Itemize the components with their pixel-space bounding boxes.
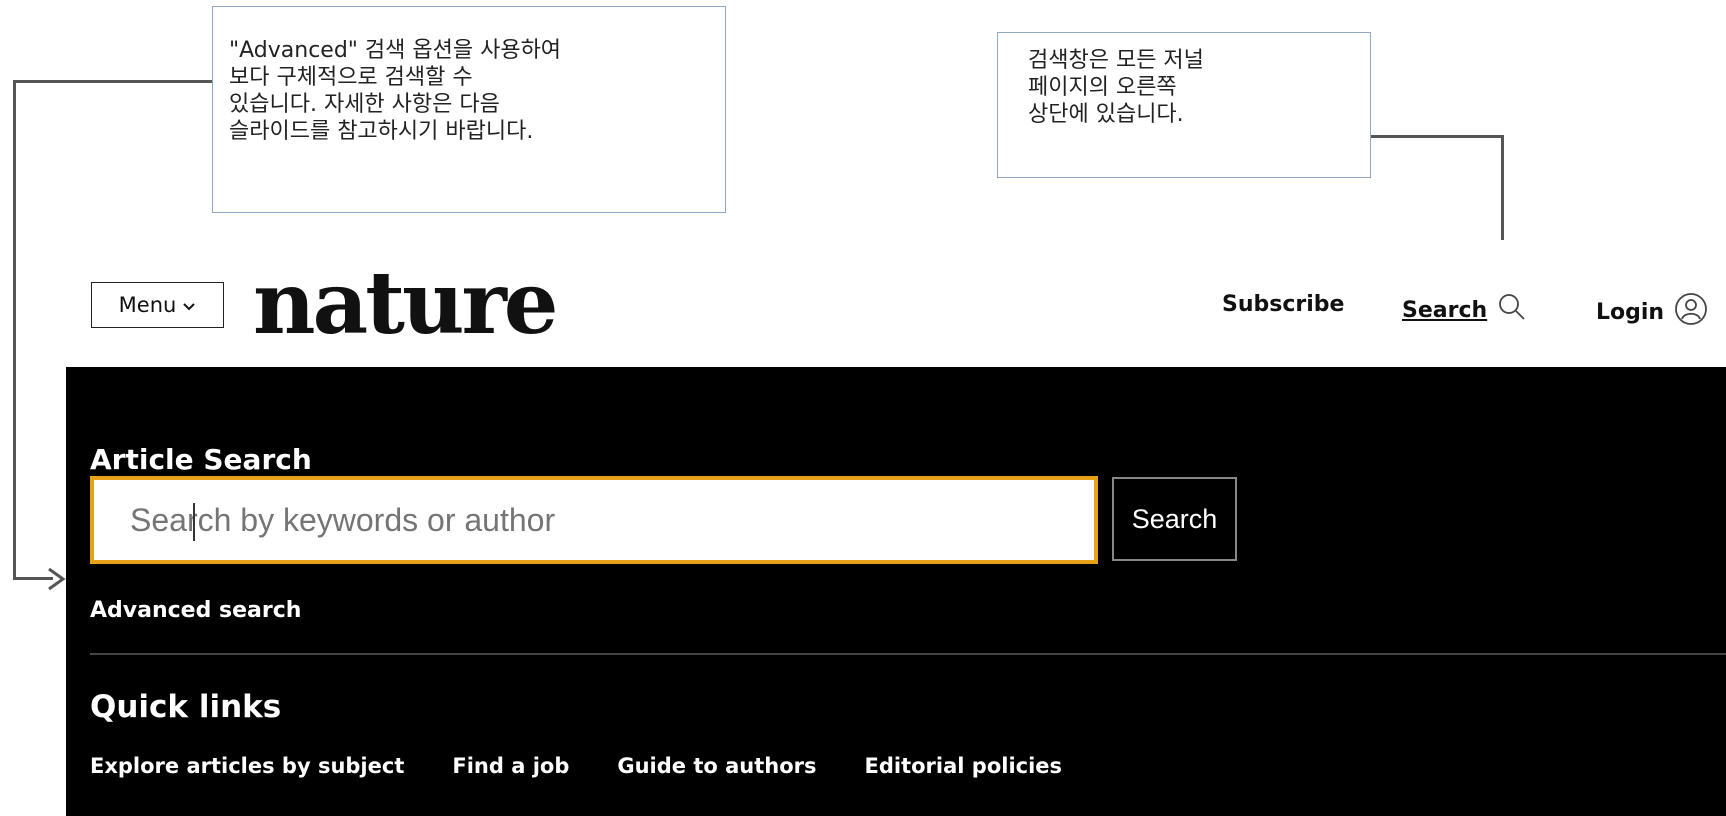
- menu-button[interactable]: Menu: [91, 282, 224, 328]
- search-location-callout-text: 검색창은 모든 저널 페이지의 오른쪽 상단에 있습니다.: [1028, 48, 1204, 127]
- article-search-heading: Article Search: [90, 443, 312, 476]
- quick-link-editorial-policies[interactable]: Editorial policies: [865, 754, 1063, 778]
- user-icon: [1674, 292, 1708, 332]
- search-input[interactable]: [90, 476, 1098, 564]
- quick-links-list: Explore articles by subject Find a job G…: [90, 754, 1062, 778]
- divider: [90, 653, 1726, 655]
- advanced-search-callout: "Advanced" 검색 옵션을 사용하여 보다 구체적으로 검색할 수 있습…: [212, 6, 726, 213]
- search-panel: Article Search Search Advanced search Qu…: [66, 367, 1726, 816]
- login-link[interactable]: Login: [1596, 292, 1708, 332]
- search-submit-button[interactable]: Search: [1112, 477, 1237, 561]
- nature-logo[interactable]: nature: [253, 254, 559, 354]
- subscribe-link[interactable]: Subscribe: [1222, 292, 1344, 317]
- quick-links-heading: Quick links: [90, 689, 282, 725]
- advanced-search-link[interactable]: Advanced search: [90, 598, 301, 623]
- connector-line: [13, 80, 212, 83]
- header-search-link[interactable]: Search: [1402, 292, 1527, 328]
- chevron-down-icon: [182, 293, 196, 317]
- text-caret: [193, 503, 195, 541]
- search-location-callout: 검색창은 모든 저널 페이지의 오른쪽 상단에 있습니다.: [997, 32, 1371, 178]
- connector-line: [13, 80, 16, 580]
- login-label: Login: [1596, 299, 1665, 325]
- site-header: Menu nature Subscribe Search Login: [66, 240, 1726, 367]
- header-search-label: Search: [1402, 297, 1488, 323]
- quick-link-find-job[interactable]: Find a job: [452, 754, 569, 778]
- advanced-search-callout-text: "Advanced" 검색 옵션을 사용하여 보다 구체적으로 검색할 수 있습…: [229, 38, 562, 144]
- subscribe-label: Subscribe: [1222, 292, 1345, 317]
- arrow-right-icon: [46, 567, 66, 591]
- menu-button-label: Menu: [118, 293, 177, 317]
- quick-link-guide-authors[interactable]: Guide to authors: [617, 754, 816, 778]
- connector-line: [1371, 135, 1503, 138]
- quick-link-explore-subjects[interactable]: Explore articles by subject: [90, 754, 404, 778]
- search-icon: [1497, 292, 1527, 328]
